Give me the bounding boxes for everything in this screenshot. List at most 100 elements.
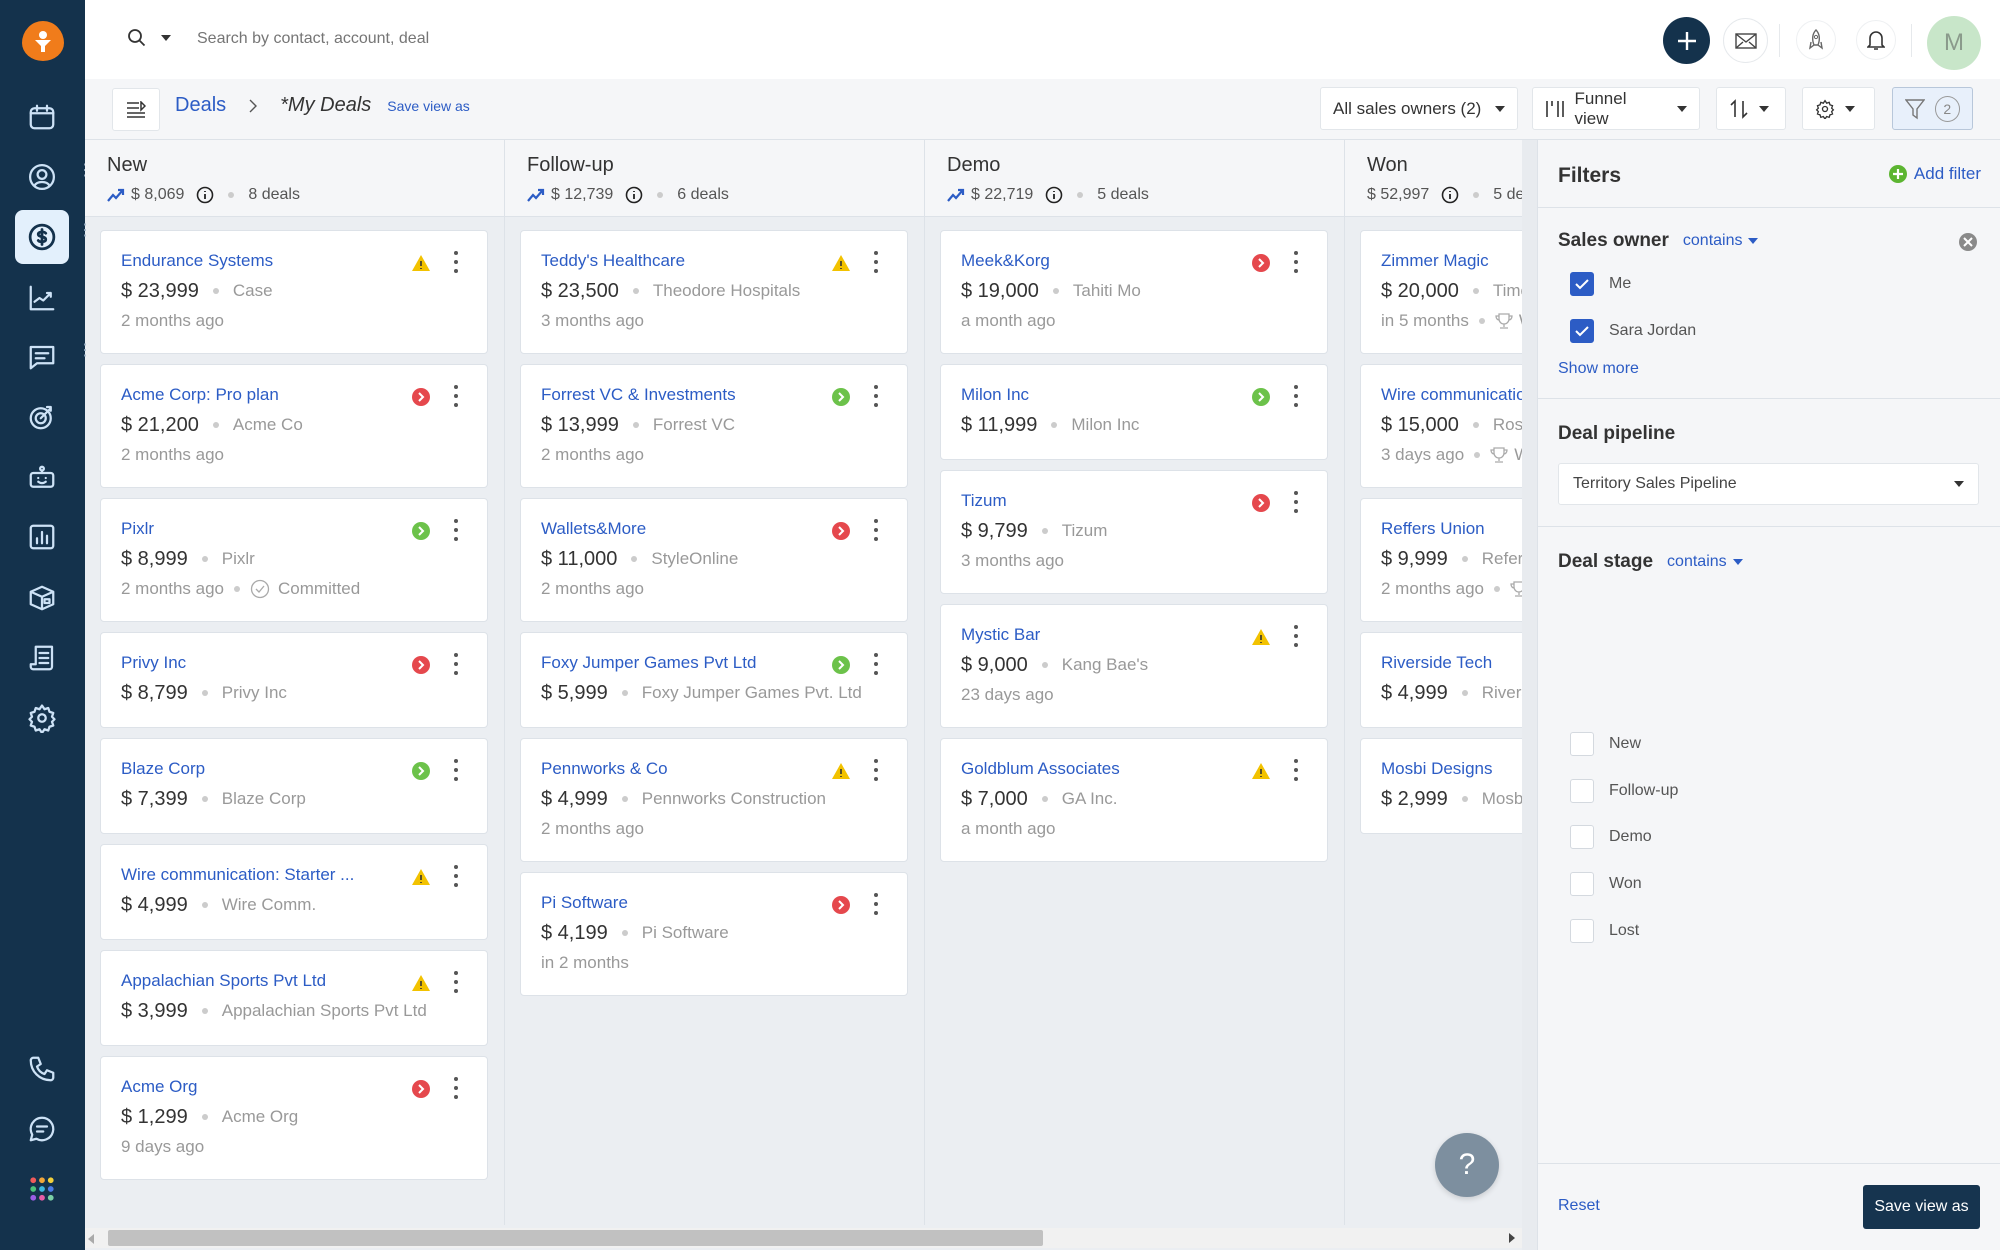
deal-name-link[interactable]: Reffers Union [1381,519,1485,539]
deal-card[interactable]: Wallets&More $ 11,000 StyleOnline 2 month… [520,498,908,622]
deal-card[interactable]: Mosbi Designs $ 2,999 Mosbi [1360,738,1522,834]
deal-card[interactable]: Riverside Tech $ 4,999 Riversi [1360,632,1522,728]
info-icon[interactable] [196,186,214,204]
card-more-menu-icon[interactable] [1293,625,1299,647]
card-more-menu-icon[interactable] [453,759,459,781]
reports-icon[interactable] [15,510,69,564]
email-button[interactable] [1723,18,1768,63]
card-more-menu-icon[interactable] [1293,385,1299,407]
apps-grid-icon[interactable] [15,1162,69,1216]
deal-card[interactable]: Goldblum Associates $ 7,000 GA Inc. a mon… [940,738,1328,862]
card-more-menu-icon[interactable] [873,251,879,273]
deal-name-link[interactable]: Foxy Jumper Games Pvt Ltd [541,653,756,673]
deal-name-link[interactable]: Pixlr [121,519,154,539]
deal-name-link[interactable]: Forrest VC & Investments [541,385,736,405]
card-more-menu-icon[interactable] [453,519,459,541]
card-more-menu-icon[interactable] [453,971,459,993]
add-filter-button[interactable]: Add filter [1888,164,1981,184]
conversations-more-icon[interactable]: ⋮ [77,343,93,359]
checkbox-follow-up[interactable] [1570,778,1594,803]
scroll-right-arrow[interactable] [1509,1233,1515,1243]
card-more-menu-icon[interactable] [453,1077,459,1099]
checkbox-me[interactable] [1570,272,1594,296]
conversations-icon[interactable] [15,330,69,384]
calendar-icon[interactable] [15,90,69,144]
scroll-left-arrow[interactable] [88,1234,94,1244]
deal-name-link[interactable]: Acme Org [121,1077,198,1097]
deal-card[interactable]: Milon Inc $ 11,999 Milon Inc [940,364,1328,460]
card-more-menu-icon[interactable] [453,251,459,273]
toggle-views-button[interactable] [112,88,160,131]
horizontal-scrollbar[interactable] [85,1228,1522,1248]
scrollbar-thumb[interactable] [108,1230,1043,1246]
card-more-menu-icon[interactable] [1293,251,1299,273]
app-logo[interactable] [22,21,64,61]
deal-card[interactable]: Pennworks & Co $ 4,999 Pennworks Construc… [520,738,908,862]
info-icon[interactable] [1441,186,1459,204]
deal-card[interactable]: Zimmer Magic $ 20,000Time in 5 monthsW [1360,230,1522,354]
save-view-as-link[interactable]: Save view as [387,98,469,114]
card-more-menu-icon[interactable] [873,385,879,407]
deal-name-link[interactable]: Milon Inc [961,385,1029,405]
deal-card[interactable]: Foxy Jumper Games Pvt Ltd $ 5,999 Foxy Ju… [520,632,908,728]
deal-name-link[interactable]: Mosbi Designs [1381,759,1493,779]
checkbox-new[interactable] [1570,732,1594,756]
deal-name-link[interactable]: Endurance Systems [121,251,273,271]
deal-card[interactable]: Pixlr $ 8,999 Pixlr 2 months ago Committed [100,498,488,622]
sales-owners-dropdown[interactable]: All sales owners (2) [1320,87,1518,130]
filter-toggle-button[interactable]: 2 [1892,87,1973,130]
add-new-button[interactable] [1663,17,1710,64]
card-more-menu-icon[interactable] [453,653,459,675]
checkbox-won[interactable] [1570,872,1594,897]
card-more-menu-icon[interactable] [453,385,459,407]
search-scope-dropdown[interactable] [127,28,171,48]
remove-filter-button[interactable] [1959,233,1977,251]
analytics-icon[interactable] [15,271,69,325]
reset-button[interactable]: Reset [1558,1197,1600,1215]
card-more-menu-icon[interactable] [873,653,879,675]
deal-card[interactable]: Pi Software $ 4,199 Pi Software in 2 mont… [520,872,908,996]
card-more-menu-icon[interactable] [453,865,459,887]
user-avatar[interactable]: M [1927,16,1981,70]
contacts-icon[interactable] [15,150,69,204]
deal-name-link[interactable]: Meek&Korg [961,251,1050,271]
save-view-as-button[interactable]: Save view as [1863,1185,1980,1229]
deal-card[interactable]: Appalachian Sports Pvt Ltd $ 3,999 Appala… [100,950,488,1046]
checkbox-sara-jordan[interactable] [1570,319,1594,343]
sales-owner-operator-dropdown[interactable]: contains [1683,232,1759,250]
deal-pipeline-select[interactable]: Territory Sales Pipeline [1558,463,1979,505]
notifications-button[interactable] [1856,20,1896,60]
contacts-more-icon[interactable]: ⋮ [77,163,93,179]
chat-icon[interactable] [15,1102,69,1156]
deal-name-link[interactable]: Privy Inc [121,653,186,673]
settings-dropdown[interactable] [1802,87,1875,130]
deals-more-icon[interactable]: ⋮ [77,223,93,239]
deal-card[interactable]: Blaze Corp $ 7,399 Blaze Corp [100,738,488,834]
deal-card[interactable]: Teddy's Healthcare $ 23,500 Theodore Hosp… [520,230,908,354]
search-input[interactable] [197,22,797,56]
deal-name-link[interactable]: Blaze Corp [121,759,205,779]
deal-card[interactable]: Acme Corp: Pro plan $ 21,200 Acme Co 2 mo… [100,364,488,488]
whats-new-button[interactable] [1796,20,1836,60]
deal-name-link[interactable]: Wallets&More [541,519,646,539]
deal-name-link[interactable]: Appalachian Sports Pvt Ltd [121,971,326,991]
deal-name-link[interactable]: Goldblum Associates [961,759,1120,779]
deal-stage-operator-dropdown[interactable]: contains [1667,553,1743,571]
deals-icon[interactable] [15,210,69,264]
settings-gear-icon[interactable] [15,691,69,745]
deal-name-link[interactable]: Tizum [961,491,1007,511]
deal-name-link[interactable]: Wire communication: Starter ... [121,865,354,885]
breadcrumb-deals-link[interactable]: Deals [175,94,226,117]
card-more-menu-icon[interactable] [873,893,879,915]
deal-card[interactable]: Tizum $ 9,799 Tizum 3 months ago [940,470,1328,594]
deal-name-link[interactable]: Riverside Tech [1381,653,1492,673]
phone-icon[interactable] [15,1042,69,1096]
deal-card[interactable]: Wire communicatio $ 15,000 Rose 3 days ag… [1360,364,1522,488]
documents-icon[interactable] [15,631,69,685]
sort-dropdown[interactable] [1716,87,1786,130]
deal-card[interactable]: Meek&Korg $ 19,000 Tahiti Mo a month ago [940,230,1328,354]
deal-card[interactable]: Privy Inc $ 8,799 Privy Inc [100,632,488,728]
deal-name-link[interactable]: Acme Corp: Pro plan [121,385,279,405]
info-icon[interactable] [1045,186,1063,204]
deal-name-link[interactable]: Pennworks & Co [541,759,668,779]
